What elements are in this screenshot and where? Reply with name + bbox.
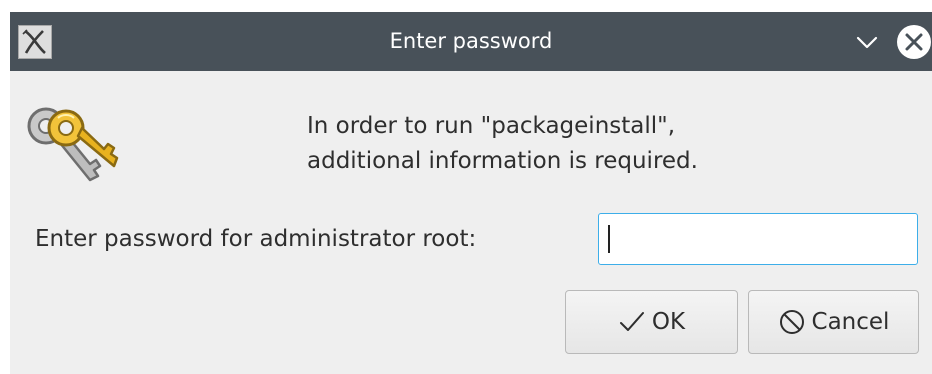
title-bar[interactable]: Enter password — [10, 12, 932, 71]
password-input[interactable] — [598, 213, 918, 265]
checkmark-icon — [619, 312, 644, 331]
keys-icon — [20, 94, 120, 192]
dialog-message: In order to run "packageinstall", additi… — [307, 109, 698, 179]
message-line-1: In order to run "packageinstall", — [307, 113, 676, 139]
password-label: Enter password for administrator root: — [35, 226, 477, 252]
chevron-down-icon[interactable] — [852, 27, 882, 57]
cancel-icon — [779, 310, 804, 334]
password-dialog-window: Enter password In order to run "packagei… — [10, 12, 932, 374]
ok-button[interactable]: OK — [565, 290, 738, 354]
message-line-2: additional information is required. — [307, 148, 698, 174]
cancel-button[interactable]: Cancel — [748, 290, 919, 354]
ok-button-label: OK — [651, 309, 686, 335]
window-title: Enter password — [389, 29, 553, 53]
text-caret — [608, 225, 610, 253]
cancel-button-label: Cancel — [811, 309, 890, 335]
close-icon[interactable] — [896, 24, 932, 60]
